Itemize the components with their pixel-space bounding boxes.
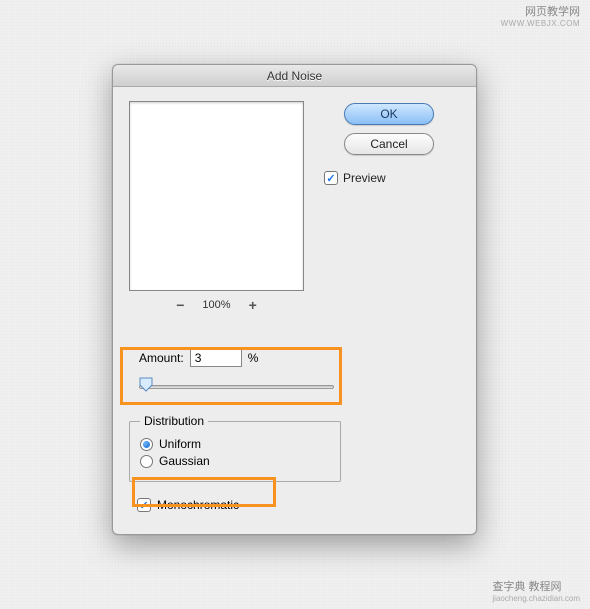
amount-group: Amount: %	[129, 341, 460, 407]
watermark-top: 网页教学网 WWW.WEBJX.COM	[501, 6, 580, 29]
amount-unit: %	[248, 351, 259, 365]
zoom-out-button[interactable]: −	[176, 297, 184, 313]
preview-area	[129, 101, 304, 291]
zoom-level: 100%	[202, 299, 230, 311]
monochromatic-group: ✓ Monochromatic	[129, 492, 247, 518]
slider-track	[139, 385, 334, 389]
watermark-bottom: 查字典 教程网 jiaocheng.chazidian.com	[492, 578, 580, 603]
slider-thumb-icon[interactable]	[139, 377, 153, 392]
monochromatic-checkbox[interactable]: ✓	[137, 498, 151, 512]
watermark-top-sub: WWW.WEBJX.COM	[501, 19, 580, 29]
distribution-group: Distribution Uniform Gaussian	[129, 421, 341, 482]
amount-label: Amount:	[139, 351, 184, 365]
amount-input[interactable]	[190, 349, 242, 367]
amount-slider[interactable]	[139, 379, 334, 395]
radio-uniform-label: Uniform	[159, 437, 201, 451]
watermark-top-main: 网页教学网	[501, 6, 580, 19]
radio-uniform[interactable]	[140, 438, 153, 451]
distribution-legend: Distribution	[140, 414, 208, 428]
preview-label: Preview	[343, 171, 386, 185]
monochromatic-label: Monochromatic	[157, 498, 239, 512]
watermark-bottom-main: 查字典 教程网	[492, 581, 561, 593]
preview-checkbox[interactable]: ✓	[324, 171, 338, 185]
add-noise-dialog: Add Noise − 100% + OK Cancel ✓ Preview	[112, 64, 477, 535]
cancel-button[interactable]: Cancel	[344, 133, 434, 155]
radio-gaussian[interactable]	[140, 455, 153, 468]
ok-button[interactable]: OK	[344, 103, 434, 125]
watermark-bottom-sub: jiaocheng.chazidian.com	[492, 594, 580, 603]
zoom-in-button[interactable]: +	[249, 297, 257, 313]
dialog-title: Add Noise	[113, 65, 476, 87]
radio-gaussian-label: Gaussian	[159, 454, 210, 468]
